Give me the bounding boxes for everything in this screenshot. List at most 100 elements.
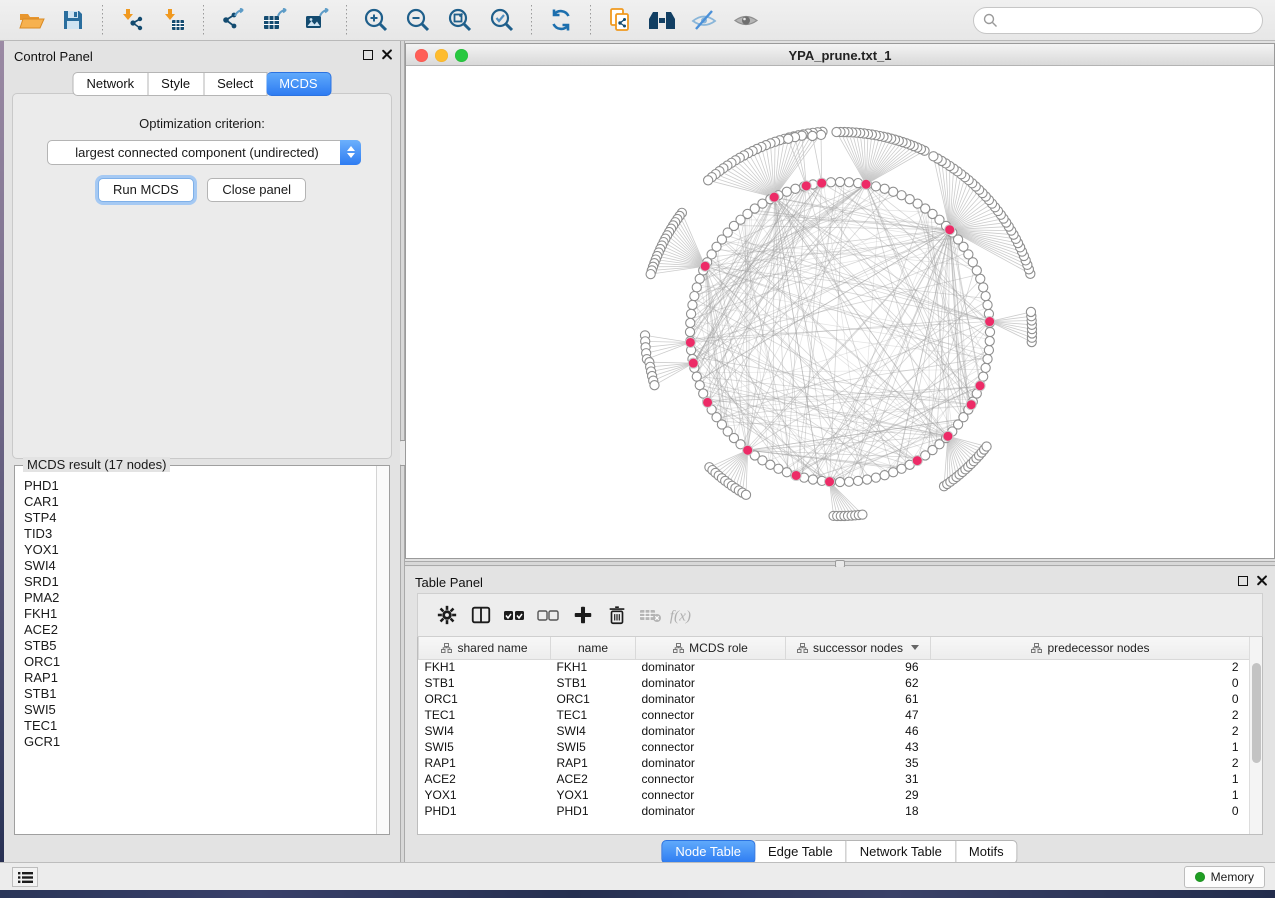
horizontal-splitter[interactable]	[405, 561, 1275, 566]
network-node[interactable]	[871, 473, 880, 482]
float-panel-icon[interactable]	[363, 50, 373, 60]
network-node[interactable]	[695, 381, 704, 390]
tab-motifs[interactable]: Motifs	[956, 840, 1018, 864]
save-session-icon[interactable]	[58, 5, 88, 35]
export-table-icon[interactable]	[260, 5, 290, 35]
table-row[interactable]: STB1STB1dominator620	[419, 675, 1251, 691]
zoom-fit-icon[interactable]	[445, 5, 475, 35]
show-all-icon[interactable]	[731, 5, 761, 35]
mcds-result-item[interactable]: RAP1	[24, 670, 376, 686]
network-graph[interactable]	[406, 67, 1274, 558]
network-node[interactable]	[880, 471, 889, 480]
mcds-result-item[interactable]: STP4	[24, 510, 376, 526]
network-node[interactable]	[929, 152, 938, 161]
mcds-hub-node[interactable]	[975, 381, 985, 391]
network-node[interactable]	[695, 274, 704, 283]
table-row[interactable]: ORC1ORC1dominator610	[419, 691, 1251, 707]
search-box[interactable]	[973, 7, 1263, 34]
table-row[interactable]: RAP1RAP1dominator352	[419, 755, 1251, 771]
mcds-result-item[interactable]: ORC1	[24, 654, 376, 670]
network-node[interactable]	[808, 475, 817, 484]
first-neighbors-icon[interactable]	[647, 5, 677, 35]
network-node[interactable]	[692, 283, 701, 292]
delete-rows-icon[interactable]	[600, 600, 634, 630]
network-node[interactable]	[686, 309, 695, 318]
column-header-name[interactable]: name	[551, 637, 636, 659]
mcds-hub-node[interactable]	[912, 456, 922, 466]
network-view[interactable]	[406, 67, 1274, 558]
network-node[interactable]	[835, 177, 844, 186]
mcds-hub-node[interactable]	[769, 192, 779, 202]
network-node[interactable]	[889, 468, 898, 477]
network-node[interactable]	[858, 510, 867, 519]
network-node[interactable]	[741, 490, 750, 499]
network-node[interactable]	[984, 345, 993, 354]
mcds-result-item[interactable]: PMA2	[24, 590, 376, 606]
show-panels-button[interactable]	[12, 867, 38, 887]
mcds-hub-node[interactable]	[801, 181, 811, 191]
network-node[interactable]	[685, 327, 694, 336]
mcds-hub-node[interactable]	[945, 225, 955, 235]
network-node[interactable]	[791, 184, 800, 193]
mcds-hub-node[interactable]	[685, 337, 695, 347]
network-node[interactable]	[862, 475, 871, 484]
mcds-hub-node[interactable]	[703, 397, 713, 407]
network-node[interactable]	[979, 283, 988, 292]
mcds-result-item[interactable]: SWI4	[24, 558, 376, 574]
tab-edge-table[interactable]: Edge Table	[755, 840, 847, 864]
network-node[interactable]	[826, 178, 835, 187]
close-panel-icon[interactable]	[381, 49, 392, 60]
table-row[interactable]: SWI4SWI4dominator462	[419, 723, 1251, 739]
mcds-hub-node[interactable]	[817, 178, 827, 188]
mcds-result-scrollbar[interactable]	[376, 466, 389, 834]
delete-table-icon[interactable]	[634, 600, 668, 630]
tab-select[interactable]: Select	[204, 72, 267, 96]
mcds-result-item[interactable]: SRD1	[24, 574, 376, 590]
mcds-result-item[interactable]: TEC1	[24, 718, 376, 734]
network-node[interactable]	[816, 130, 825, 139]
mcds-hub-node[interactable]	[943, 431, 953, 441]
network-node[interactable]	[784, 134, 793, 143]
network-node[interactable]	[808, 131, 817, 140]
mcds-hub-node[interactable]	[985, 317, 995, 327]
network-titlebar[interactable]: YPA_prune.txt_1	[406, 44, 1274, 66]
mcds-result-item[interactable]: STB1	[24, 686, 376, 702]
deselect-all-icon[interactable]	[532, 600, 566, 630]
network-node[interactable]	[692, 372, 701, 381]
open-file-icon[interactable]	[16, 5, 46, 35]
network-node[interactable]	[983, 300, 992, 309]
network-node[interactable]	[704, 176, 713, 185]
table-row[interactable]: FKH1FKH1dominator962	[419, 659, 1251, 675]
column-header-predecessor-nodes[interactable]: predecessor nodes	[931, 637, 1251, 659]
mcds-result-item[interactable]: SWI5	[24, 702, 376, 718]
network-node[interactable]	[835, 477, 844, 486]
mcds-result-item[interactable]: GCR1	[24, 734, 376, 750]
network-node[interactable]	[688, 300, 697, 309]
network-node[interactable]	[982, 442, 991, 451]
zoom-selected-icon[interactable]	[487, 5, 517, 35]
table-header-row[interactable]: shared namenameMCDS rolesuccessor nodesp…	[419, 637, 1251, 659]
memory-button[interactable]: Memory	[1184, 866, 1265, 888]
network-node[interactable]	[889, 187, 898, 196]
show-columns-icon[interactable]	[464, 600, 498, 630]
table-row[interactable]: TEC1TEC1connector472	[419, 707, 1251, 723]
scrollbar-thumb[interactable]	[1252, 663, 1261, 763]
network-node[interactable]	[686, 318, 695, 327]
network-node[interactable]	[774, 464, 783, 473]
network-node[interactable]	[832, 127, 841, 136]
tab-mcds[interactable]: MCDS	[266, 72, 331, 96]
table-row[interactable]: PHD1PHD1dominator180	[419, 803, 1251, 819]
mcds-hub-node[interactable]	[700, 261, 710, 271]
network-node[interactable]	[880, 184, 889, 193]
zoom-in-icon[interactable]	[361, 5, 391, 35]
table-row[interactable]: SWI5SWI5connector431	[419, 739, 1251, 755]
network-from-selection-icon[interactable]	[605, 5, 635, 35]
tab-network-table[interactable]: Network Table	[847, 840, 956, 864]
network-node[interactable]	[646, 270, 655, 279]
network-node[interactable]	[844, 178, 853, 187]
close-panel-icon[interactable]	[1256, 575, 1267, 586]
mcds-result-item[interactable]: TID3	[24, 526, 376, 542]
network-node[interactable]	[650, 381, 659, 390]
import-table-icon[interactable]	[159, 5, 189, 35]
export-image-icon[interactable]	[302, 5, 332, 35]
